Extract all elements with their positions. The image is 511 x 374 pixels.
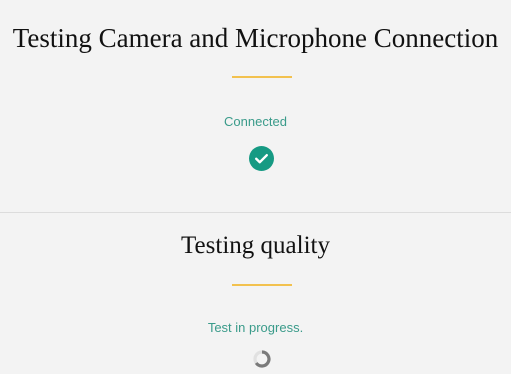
connection-status-text: Connected xyxy=(224,114,287,129)
camera-mic-test-section: Testing Camera and Microphone Connection… xyxy=(0,0,511,212)
camera-mic-test-title: Testing Camera and Microphone Connection xyxy=(12,23,499,53)
quality-status-text: Test in progress. xyxy=(207,320,304,335)
quality-test-title: Testing quality xyxy=(181,232,330,259)
quality-test-section: Testing quality Test in progress. xyxy=(0,213,511,374)
check-circle-icon xyxy=(249,146,274,171)
loading-spinner-icon xyxy=(253,350,271,368)
connection-test-page: Testing Camera and Microphone Connection… xyxy=(0,0,511,374)
title-accent-divider xyxy=(232,76,292,78)
title-accent-divider xyxy=(232,284,292,286)
